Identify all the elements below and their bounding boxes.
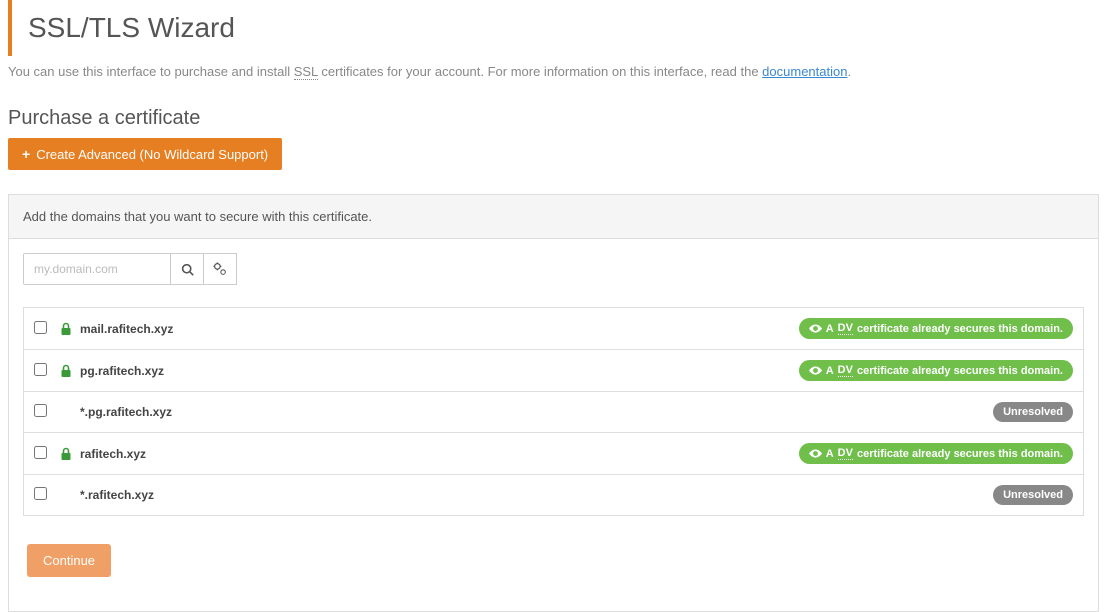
create-advanced-label: Create Advanced (No Wildcard Support) <box>36 147 268 162</box>
create-advanced-button[interactable]: + Create Advanced (No Wildcard Support) <box>8 138 282 170</box>
lock-icon <box>60 322 72 336</box>
domain-name: *.pg.rafitech.xyz <box>78 405 993 419</box>
domain-row: rafitech.xyzA DV certificate already sec… <box>24 433 1083 475</box>
ssl-abbr: SSL <box>294 64 318 80</box>
domain-name: rafitech.xyz <box>78 447 799 461</box>
domain-panel: Add the domains that you want to secure … <box>8 194 1099 612</box>
continue-button[interactable]: Continue <box>27 544 111 577</box>
status-badge-secured: A DV certificate already secures this do… <box>799 443 1073 464</box>
intro-pre: You can use this interface to purchase a… <box>8 64 294 79</box>
documentation-link[interactable]: documentation <box>762 64 847 79</box>
domain-status: A DV certificate already secures this do… <box>799 318 1073 339</box>
domain-table: mail.rafitech.xyzA DV certificate alread… <box>23 307 1084 516</box>
domain-row: mail.rafitech.xyzA DV certificate alread… <box>24 308 1083 350</box>
domain-checkbox[interactable] <box>34 363 47 376</box>
domain-name: *.rafitech.xyz <box>78 488 993 502</box>
page-title: SSL/TLS Wizard <box>8 0 1103 56</box>
eye-icon <box>809 324 822 333</box>
lock-icon <box>60 364 72 378</box>
search-icon <box>181 263 194 276</box>
domain-checkbox[interactable] <box>34 404 47 417</box>
domain-row: *.pg.rafitech.xyzUnresolved <box>24 392 1083 433</box>
domain-checkbox[interactable] <box>34 446 47 459</box>
intro-post: . <box>847 64 851 79</box>
domain-row: *.rafitech.xyzUnresolved <box>24 475 1083 516</box>
domain-row: pg.rafitech.xyzA DV certificate already … <box>24 350 1083 392</box>
eye-icon <box>809 366 822 375</box>
domain-name: mail.rafitech.xyz <box>78 322 799 336</box>
lock-icon <box>60 447 72 461</box>
domain-status: Unresolved <box>993 485 1073 505</box>
domain-status: A DV certificate already secures this do… <box>799 360 1073 381</box>
panel-instruction: Add the domains that you want to secure … <box>9 195 1098 239</box>
purchase-title: Purchase a certificate <box>4 95 1103 138</box>
domain-search-input[interactable] <box>23 253 171 285</box>
status-badge-unresolved: Unresolved <box>993 402 1073 422</box>
settings-button[interactable] <box>203 253 237 285</box>
domain-checkbox[interactable] <box>34 321 47 334</box>
domain-status: Unresolved <box>993 402 1073 422</box>
status-badge-secured: A DV certificate already secures this do… <box>799 318 1073 339</box>
status-badge-secured: A DV certificate already secures this do… <box>799 360 1073 381</box>
eye-icon <box>809 449 822 458</box>
domain-checkbox[interactable] <box>34 487 47 500</box>
plus-icon: + <box>22 146 30 162</box>
search-row <box>23 253 1084 285</box>
intro-mid: certificates for your account. For more … <box>318 64 762 79</box>
gears-icon <box>213 262 227 276</box>
search-button[interactable] <box>170 253 204 285</box>
status-badge-unresolved: Unresolved <box>993 485 1073 505</box>
domain-name: pg.rafitech.xyz <box>78 364 799 378</box>
intro-text: You can use this interface to purchase a… <box>4 64 1103 95</box>
domain-status: A DV certificate already secures this do… <box>799 443 1073 464</box>
